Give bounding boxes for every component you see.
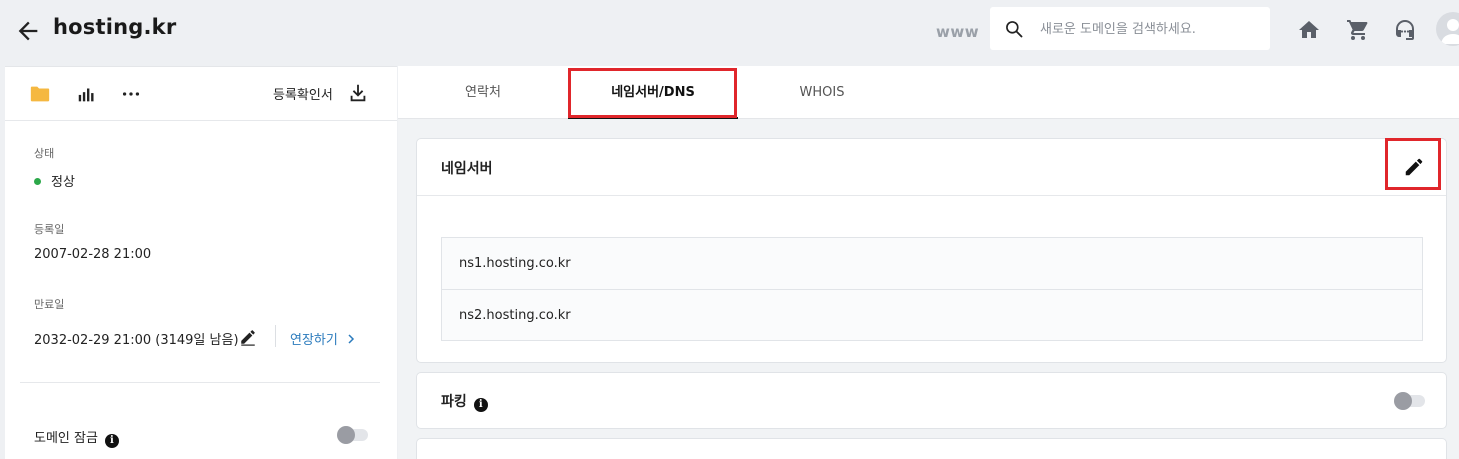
more-icon[interactable]	[120, 83, 142, 105]
download-icon[interactable]	[347, 82, 369, 104]
expiry-date-value: 2032-02-29 21:00 (3149일 남음)	[34, 333, 239, 348]
domain-detail-panel: 연락처 네임서버/DNS WHOIS 네임서버 ns1.hosting.co.k…	[398, 66, 1459, 459]
section-divider	[20, 382, 380, 383]
domain-lock-toggle[interactable]	[337, 426, 368, 444]
domain-lock-label: 도메인 잠금	[34, 431, 98, 446]
search-icon[interactable]	[1004, 19, 1024, 39]
extend-label[interactable]: 연장하기	[290, 333, 338, 348]
expiry-date-label: 만료일	[34, 298, 65, 311]
nameserver-list: ns1.hosting.co.kr ns2.hosting.co.kr	[441, 237, 1423, 341]
info-icon[interactable]: i	[104, 434, 119, 448]
extend-link[interactable]: 연장하기	[290, 329, 356, 348]
support-headset-icon[interactable]	[1393, 18, 1417, 42]
toggle-knob	[1394, 392, 1412, 410]
card-divider	[417, 195, 1446, 196]
tab-whois[interactable]: WHOIS	[772, 66, 872, 119]
status-label: 상태	[34, 147, 55, 160]
tab-bar: 연락처 네임서버/DNS WHOIS	[398, 66, 1459, 119]
registered-date-value: 2007-02-28 21:00	[34, 247, 152, 262]
folder-icon[interactable]	[29, 83, 51, 105]
cart-icon[interactable]	[1346, 18, 1370, 42]
nameserver-row: ns1.hosting.co.kr	[459, 256, 571, 271]
domain-lock-row: 도메인 잠금 i	[34, 427, 119, 448]
chevron-right-icon[interactable]	[346, 334, 356, 344]
tab-nameserver-dns[interactable]: 네임서버/DNS	[568, 66, 738, 119]
status-value: 정상	[34, 171, 75, 190]
info-icon[interactable]: i	[473, 398, 488, 412]
nameserver-title: 네임서버	[441, 161, 493, 177]
nameserver-row: ns2.hosting.co.kr	[442, 289, 1422, 340]
parking-toggle[interactable]	[1394, 392, 1425, 410]
status-dot	[34, 178, 41, 185]
home-icon[interactable]	[1297, 18, 1321, 42]
domain-search-box[interactable]	[990, 7, 1270, 50]
parking-title: 파킹	[441, 394, 467, 410]
user-avatar-icon[interactable]	[1436, 12, 1459, 46]
back-arrow-icon[interactable]	[14, 17, 42, 45]
divider	[275, 325, 276, 347]
next-card	[416, 438, 1447, 459]
edit-expiry-icon[interactable]	[239, 328, 257, 346]
tab-contacts[interactable]: 연락처	[432, 66, 534, 119]
search-input[interactable]	[1040, 18, 1260, 40]
left-toolbar: 등록확인서	[5, 67, 397, 121]
parking-row: 파킹 i	[441, 391, 488, 412]
registered-date-label: 등록일	[34, 223, 65, 236]
status-text: 정상	[51, 175, 75, 190]
page-title: hosting.kr	[53, 15, 177, 39]
domain-info-panel: 등록확인서 상태 정상 등록일 2007-02-28 21:00 만료일 203…	[5, 66, 397, 459]
registration-certificate-link[interactable]: 등록확인서	[273, 84, 333, 103]
nameserver-card: 네임서버 ns1.hosting.co.kr ns2.hosting.co.kr	[416, 138, 1447, 363]
edit-nameserver-icon[interactable]	[1403, 156, 1425, 178]
www-label: www	[936, 23, 980, 41]
top-header: hosting.kr www	[0, 0, 1459, 66]
toggle-knob	[337, 426, 355, 444]
bar-chart-icon[interactable]	[76, 83, 98, 105]
parking-card: 파킹 i	[416, 372, 1447, 429]
